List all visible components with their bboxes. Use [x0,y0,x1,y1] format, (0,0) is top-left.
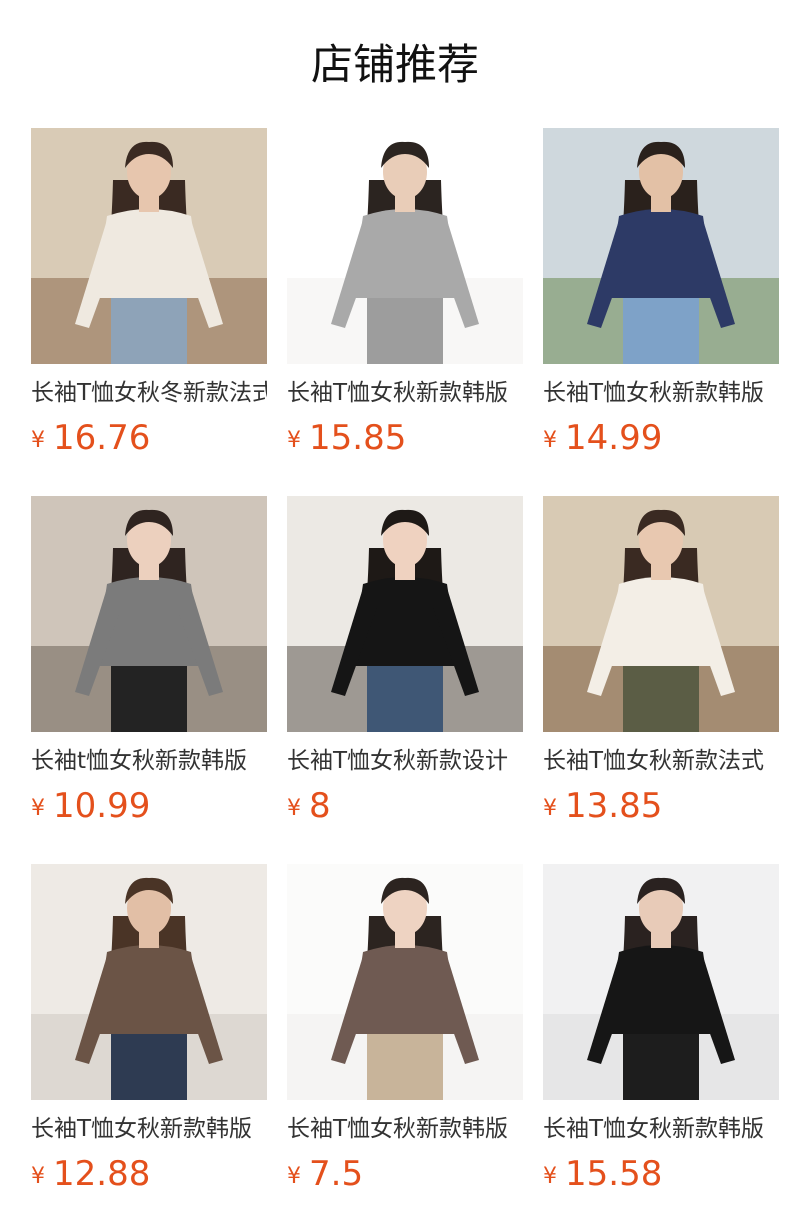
model-pants [623,1024,699,1100]
model-pants [111,1024,187,1100]
product-name[interactable]: 长袖T恤女秋新款韩版 [543,376,779,410]
price-amount: 16.76 [53,418,151,458]
currency-symbol: ¥ [287,1164,301,1189]
product-photo [287,864,523,1100]
product-card[interactable]: 长袖T恤女秋新款韩版 ¥7.5 [287,864,523,1232]
product-name[interactable]: 长袖T恤女秋新款韩版 [31,1112,267,1146]
product-image[interactable] [31,128,267,364]
product-name[interactable]: 长袖T恤女秋新款韩版 [287,1112,523,1146]
currency-symbol: ¥ [287,796,301,821]
product-price: ¥14.99 [543,418,662,458]
product-image[interactable] [31,496,267,732]
product-image[interactable] [287,496,523,732]
product-price: ¥15.85 [287,418,406,458]
product-price: ¥8 [287,786,331,826]
price-amount: 14.99 [565,418,663,458]
currency-symbol: ¥ [31,1164,45,1189]
product-photo [31,128,267,364]
product-image[interactable] [287,128,523,364]
currency-symbol: ¥ [543,1164,557,1189]
product-price: ¥16.76 [31,418,150,458]
model-pants [623,288,699,364]
product-image[interactable] [287,864,523,1100]
product-card[interactable]: 长袖T恤女秋新款韩版 ¥15.58 [543,864,779,1232]
product-photo [543,128,779,364]
model-pants [367,1024,443,1100]
price-amount: 12.88 [53,1154,151,1194]
price-amount: 10.99 [53,786,151,826]
product-card[interactable]: 长袖T恤女秋冬新款法式 ¥16.76 [31,128,267,496]
product-photo [543,864,779,1100]
page-title: 店铺推荐 [310,40,479,89]
product-photo [31,864,267,1100]
price-amount: 7.5 [309,1154,364,1194]
price-amount: 15.85 [309,418,407,458]
product-name[interactable]: 长袖t恤女秋新款韩版 [31,744,267,778]
product-card[interactable]: 长袖T恤女秋新款韩版 ¥14.99 [543,128,779,496]
price-amount: 15.58 [565,1154,663,1194]
product-price: ¥7.5 [287,1154,363,1194]
product-price: ¥13.85 [543,786,662,826]
model-pants [111,656,187,732]
product-price: ¥12.88 [31,1154,150,1194]
product-name[interactable]: 长袖T恤女秋新款韩版 [287,376,523,410]
model-pants [111,288,187,364]
product-card[interactable]: 长袖T恤女秋新款韩版 ¥15.85 [287,128,523,496]
product-card[interactable]: 长袖T恤女秋新款韩版 ¥12.88 [31,864,267,1232]
product-grid: 长袖T恤女秋冬新款法式 ¥16.76 长袖T恤女秋新款韩版 ¥15.85 长袖T… [31,128,779,1232]
model-pants [367,656,443,732]
currency-symbol: ¥ [543,796,557,821]
price-amount: 13.85 [565,786,663,826]
product-card[interactable]: 长袖T恤女秋新款法式 ¥13.85 [543,496,779,864]
product-card[interactable]: 长袖T恤女秋新款设计 ¥8 [287,496,523,864]
currency-symbol: ¥ [31,428,45,453]
model-pants [623,656,699,732]
currency-symbol: ¥ [543,428,557,453]
product-price: ¥10.99 [31,786,150,826]
product-name[interactable]: 长袖T恤女秋新款法式 [543,744,779,778]
product-card[interactable]: 长袖t恤女秋新款韩版 ¥10.99 [31,496,267,864]
product-photo [543,496,779,732]
product-photo [287,496,523,732]
currency-symbol: ¥ [31,796,45,821]
product-photo [31,496,267,732]
product-image[interactable] [543,128,779,364]
product-name[interactable]: 长袖T恤女秋冬新款法式 [31,376,267,410]
product-image[interactable] [543,496,779,732]
product-image[interactable] [543,864,779,1100]
product-image[interactable] [31,864,267,1100]
product-photo [287,128,523,364]
product-price: ¥15.58 [543,1154,662,1194]
product-name[interactable]: 长袖T恤女秋新款设计 [287,744,523,778]
price-amount: 8 [309,786,331,826]
model-pants [367,288,443,364]
currency-symbol: ¥ [287,428,301,453]
product-name[interactable]: 长袖T恤女秋新款韩版 [543,1112,779,1146]
